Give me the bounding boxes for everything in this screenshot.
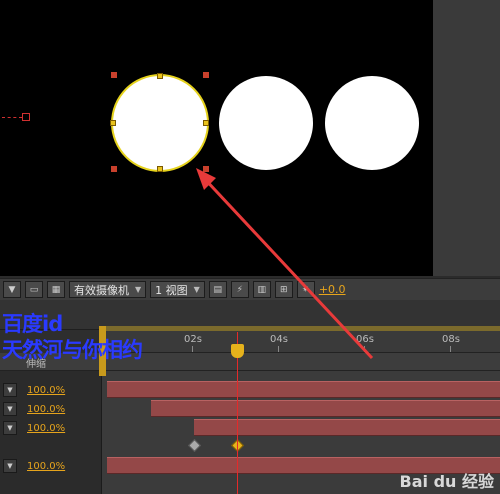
- layer-stretch-value[interactable]: 100.0%: [27, 423, 65, 434]
- exposure-reset-icon[interactable]: ✷: [296, 281, 315, 298]
- layer-duration-bar[interactable]: [151, 400, 500, 417]
- timeline-panel: 02s 04s 06s 08s 伸缩 ▼ 100.0% ▼ 100.0% ▼ 1…: [0, 300, 500, 494]
- circle-layer-2[interactable]: [219, 76, 313, 170]
- ruler-tick: [192, 346, 193, 352]
- camera-select-label: 有效摄像机: [74, 283, 129, 297]
- chevron-down-icon: ▼: [193, 285, 200, 294]
- flowchart-button[interactable]: ⊞: [274, 281, 293, 298]
- ruler-tick-label: 02s: [184, 334, 202, 345]
- ruler-tick-label: 06s: [356, 334, 374, 345]
- layer-stretch-value[interactable]: 100.0%: [27, 404, 65, 415]
- motion-path-line: [2, 117, 22, 118]
- overlay-text-line2: 天然河与你相约: [2, 338, 143, 362]
- ruler-tick: [450, 346, 451, 352]
- path-vertex-top[interactable]: [157, 73, 163, 79]
- exposure-value[interactable]: +0.0: [319, 283, 346, 296]
- chevron-down-icon: ▼: [135, 285, 142, 294]
- playhead-handle[interactable]: [231, 344, 244, 358]
- ruler-tick: [278, 346, 279, 352]
- ruler-tick: [364, 346, 365, 352]
- layer-list: ▼ 100.0% ▼ 100.0% ▼ 100.0% ▼ 100.0%: [0, 371, 102, 494]
- circle-layer-3[interactable]: [325, 76, 419, 170]
- composition-viewer: [0, 0, 500, 276]
- bbox-handle-bottom-left[interactable]: [111, 166, 117, 172]
- region-of-interest-button[interactable]: ▭: [25, 281, 43, 298]
- twirl-down-icon[interactable]: ▼: [3, 421, 17, 435]
- circle-layer-selected[interactable]: [113, 76, 207, 170]
- pixel-aspect-button[interactable]: ▤: [208, 281, 227, 298]
- twirl-down-icon[interactable]: ▼: [3, 459, 17, 473]
- layer-row[interactable]: ▼ 100.0%: [0, 419, 102, 437]
- bbox-handle-top-right[interactable]: [203, 72, 209, 78]
- layer-row[interactable]: ▼ 100.0%: [0, 400, 102, 418]
- layer-row[interactable]: ▼ 100.0%: [0, 457, 102, 475]
- layer-duration-bar[interactable]: [194, 419, 500, 436]
- composition-canvas[interactable]: [0, 0, 433, 276]
- path-vertex-right[interactable]: [203, 120, 209, 126]
- view-layout-label: 1 视图: [155, 283, 188, 297]
- view-layout-select[interactable]: 1 视图 ▼: [150, 281, 205, 298]
- path-vertex-bottom[interactable]: [157, 166, 163, 172]
- toolbar-menu-button[interactable]: ▼: [3, 281, 21, 298]
- layer-row[interactable]: ▼ 100.0%: [0, 381, 102, 399]
- camera-select[interactable]: 有效摄像机 ▼: [69, 281, 147, 298]
- keyframe-icon[interactable]: [188, 439, 201, 452]
- bbox-handle-bottom-right[interactable]: [203, 166, 209, 172]
- baidu-logo: Bai du 经验: [399, 472, 494, 491]
- time-ruler[interactable]: 02s 04s 06s 08s: [102, 331, 500, 353]
- layer-stretch-value[interactable]: 100.0%: [27, 461, 65, 472]
- layer-duration-bar[interactable]: [107, 381, 500, 398]
- fast-preview-button[interactable]: ⚡: [230, 281, 249, 298]
- anchor-point-icon[interactable]: [22, 113, 30, 121]
- layer-stretch-value[interactable]: 100.0%: [27, 385, 65, 396]
- timeline-button[interactable]: ▥: [252, 281, 271, 298]
- viewer-toolbar: ▼ ▭ ▦ 有效摄像机 ▼ 1 视图 ▼ ▤ ⚡ ▥ ⊞ ✷ +0.0: [0, 278, 500, 300]
- path-vertex-left[interactable]: [110, 120, 116, 126]
- twirl-down-icon[interactable]: ▼: [3, 402, 17, 416]
- ruler-tick-label: 04s: [270, 334, 288, 345]
- overlay-text-line1: 百度id: [2, 312, 63, 336]
- ruler-tick-label: 08s: [442, 334, 460, 345]
- bbox-handle-top-left[interactable]: [111, 72, 117, 78]
- transparency-grid-button[interactable]: ▦: [47, 281, 65, 298]
- twirl-down-icon[interactable]: ▼: [3, 383, 17, 397]
